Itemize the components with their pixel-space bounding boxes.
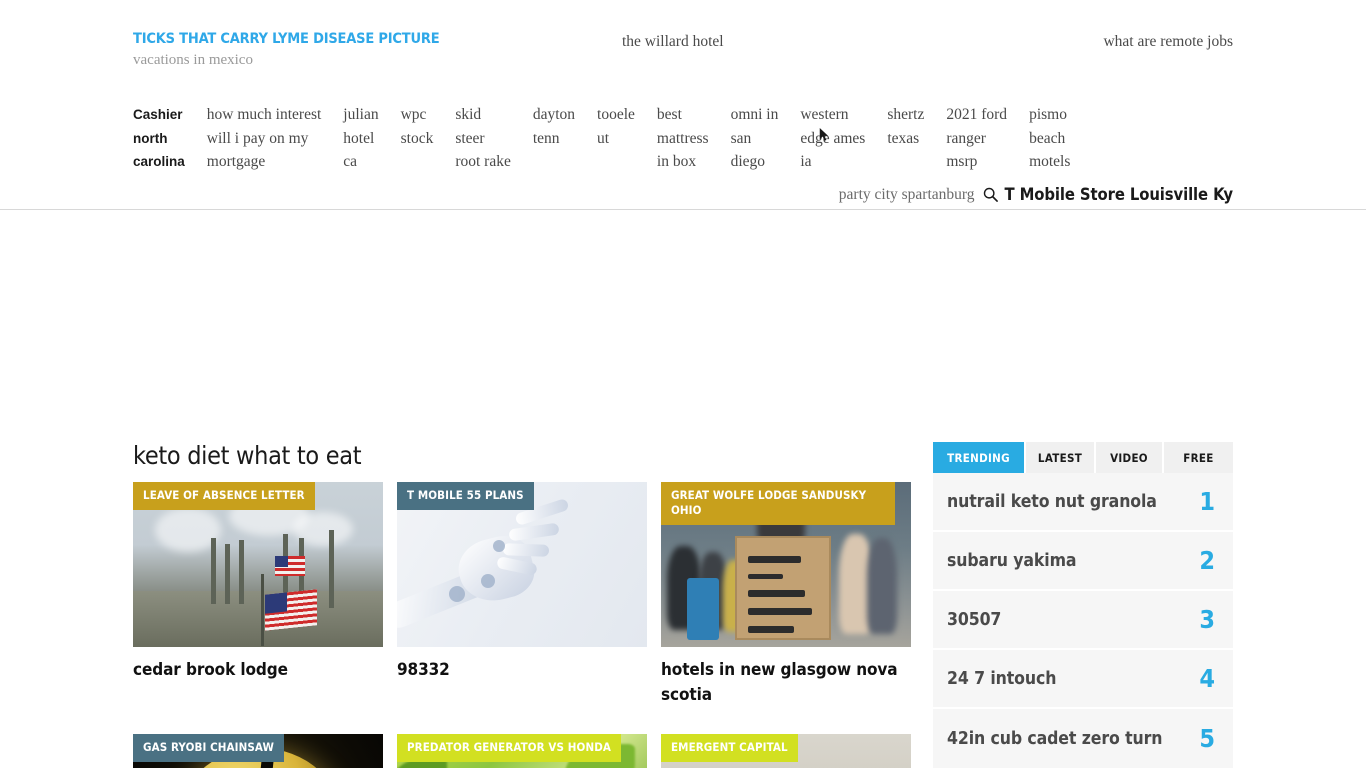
nav-item-1[interactable]: how much interest will i pay on my mortg…	[207, 103, 322, 174]
trending-label: 30507	[947, 609, 1002, 630]
trending-rank: 1	[1199, 487, 1215, 516]
list-item[interactable]: subaru yakima 2	[933, 532, 1233, 591]
article-card[interactable]: EMERGENT CAPITAL ardenfair	[661, 734, 911, 768]
header-link-right[interactable]: what are remote jobs	[1103, 33, 1233, 51]
article-badge[interactable]: T MOBILE 55 PLANS	[397, 482, 534, 510]
article-grid: LEAVE OF ABSENCE LETTER cedar brook lodg…	[133, 482, 923, 768]
nav-item-6[interactable]: tooele ut	[597, 103, 635, 150]
tab-free[interactable]: FREE	[1164, 442, 1233, 473]
trending-label: nutrail keto nut granola	[947, 491, 1157, 512]
article-badge[interactable]: GAS RYOBI CHAINSAW	[133, 734, 285, 762]
article-card[interactable]: LEAVE OF ABSENCE LETTER cedar brook lodg…	[133, 482, 383, 708]
trending-label: 42in cub cadet zero turn	[947, 728, 1163, 749]
nav-item-8[interactable]: omni in san diego	[731, 103, 779, 174]
brand-title[interactable]: TICKS THAT CARRY LYME DISEASE PICTURE	[133, 30, 563, 49]
article-thumbnail[interactable]: T MOBILE 55 PLANS	[397, 482, 647, 647]
article-card[interactable]: GREAT WOLFE LODGE SANDUSKY OHIO hotels i…	[661, 482, 911, 708]
list-item[interactable]: 42in cub cadet zero turn 5	[933, 709, 1233, 768]
header-link-middle[interactable]: the willard hotel	[622, 33, 724, 51]
nav-item-12[interactable]: pismo beach motels	[1029, 103, 1070, 174]
article-thumbnail[interactable]: PREDATOR GENERATOR VS HONDA	[397, 734, 647, 768]
trending-rank: 3	[1199, 605, 1215, 634]
article-badge[interactable]: LEAVE OF ABSENCE LETTER	[133, 482, 315, 510]
grid-row-spacer	[397, 716, 647, 734]
article-thumbnail[interactable]: LEAVE OF ABSENCE LETTER	[133, 482, 383, 647]
article-thumbnail[interactable]: GREAT WOLFE LODGE SANDUSKY OHIO	[661, 482, 911, 647]
article-card[interactable]: PREDATOR GENERATOR VS HONDA benz e350	[397, 734, 647, 768]
nav-item-3[interactable]: wpc stock	[401, 103, 434, 150]
tab-latest[interactable]: LATEST	[1026, 442, 1096, 473]
tab-video[interactable]: VIDEO	[1096, 442, 1164, 473]
list-item[interactable]: 30507 3	[933, 591, 1233, 650]
site-header: TICKS THAT CARRY LYME DISEASE PICTURE va…	[0, 0, 1366, 210]
page-title: keto diet what to eat	[133, 441, 362, 470]
article-badge[interactable]: PREDATOR GENERATOR VS HONDA	[397, 734, 622, 762]
list-item[interactable]: nutrail keto nut granola 1	[933, 473, 1233, 532]
nav-item-9[interactable]: western edge ames ia	[800, 103, 865, 174]
trending-rank: 2	[1199, 546, 1215, 575]
trending-label: subaru yakima	[947, 550, 1077, 571]
trending-label: 24 7 intouch	[947, 668, 1057, 689]
search-bar[interactable]: party city spartanburg T Mobile Store Lo…	[839, 185, 1233, 204]
nav-item-5[interactable]: dayton tenn	[533, 103, 575, 150]
nav-item-10[interactable]: shertz texas	[887, 103, 924, 150]
nav-item-0[interactable]: Cashier north carolina	[133, 103, 185, 174]
search-input[interactable]: T Mobile Store Louisville Ky	[1005, 185, 1234, 204]
sidebar: TRENDING LATEST VIDEO FREE nutrail keto …	[933, 442, 1233, 768]
nav-item-2[interactable]: julian hotel ca	[343, 103, 378, 174]
sidebar-tabs: TRENDING LATEST VIDEO FREE	[933, 442, 1233, 473]
article-badge[interactable]: GREAT WOLFE LODGE SANDUSKY OHIO	[661, 482, 895, 525]
list-item[interactable]: 24 7 intouch 4	[933, 650, 1233, 709]
brand-subtitle[interactable]: vacations in mexico	[133, 50, 563, 71]
primary-nav: Cashier north carolina how much interest…	[133, 103, 1092, 174]
article-title[interactable]: 98332	[397, 658, 647, 683]
grid-row-spacer	[661, 716, 911, 734]
brand-block[interactable]: TICKS THAT CARRY LYME DISEASE PICTURE va…	[133, 30, 563, 71]
article-card[interactable]: T MOBILE 55 PLANS 98332	[397, 482, 647, 708]
grid-row-spacer	[133, 716, 383, 734]
search-icon[interactable]	[983, 187, 999, 203]
trending-rank: 4	[1199, 664, 1215, 693]
search-prefix-link[interactable]: party city spartanburg	[839, 186, 983, 204]
article-title[interactable]: cedar brook lodge	[133, 658, 383, 683]
article-title[interactable]: hotels in new glasgow nova scotia	[661, 658, 911, 708]
nav-item-7[interactable]: best mattress in box	[657, 103, 709, 174]
article-thumbnail[interactable]: GAS RYOBI CHAINSAW	[133, 734, 383, 768]
tab-trending[interactable]: TRENDING	[933, 442, 1026, 473]
trending-rank: 5	[1199, 724, 1215, 753]
trending-list: nutrail keto nut granola 1 subaru yakima…	[933, 473, 1233, 768]
nav-item-4[interactable]: skid steer root rake	[455, 103, 511, 174]
article-badge[interactable]: EMERGENT CAPITAL	[661, 734, 798, 762]
article-thumbnail[interactable]: EMERGENT CAPITAL	[661, 734, 911, 768]
nav-item-11[interactable]: 2021 ford ranger msrp	[946, 103, 1007, 174]
article-card[interactable]: GAS RYOBI CHAINSAW viva instant pot	[133, 734, 383, 768]
